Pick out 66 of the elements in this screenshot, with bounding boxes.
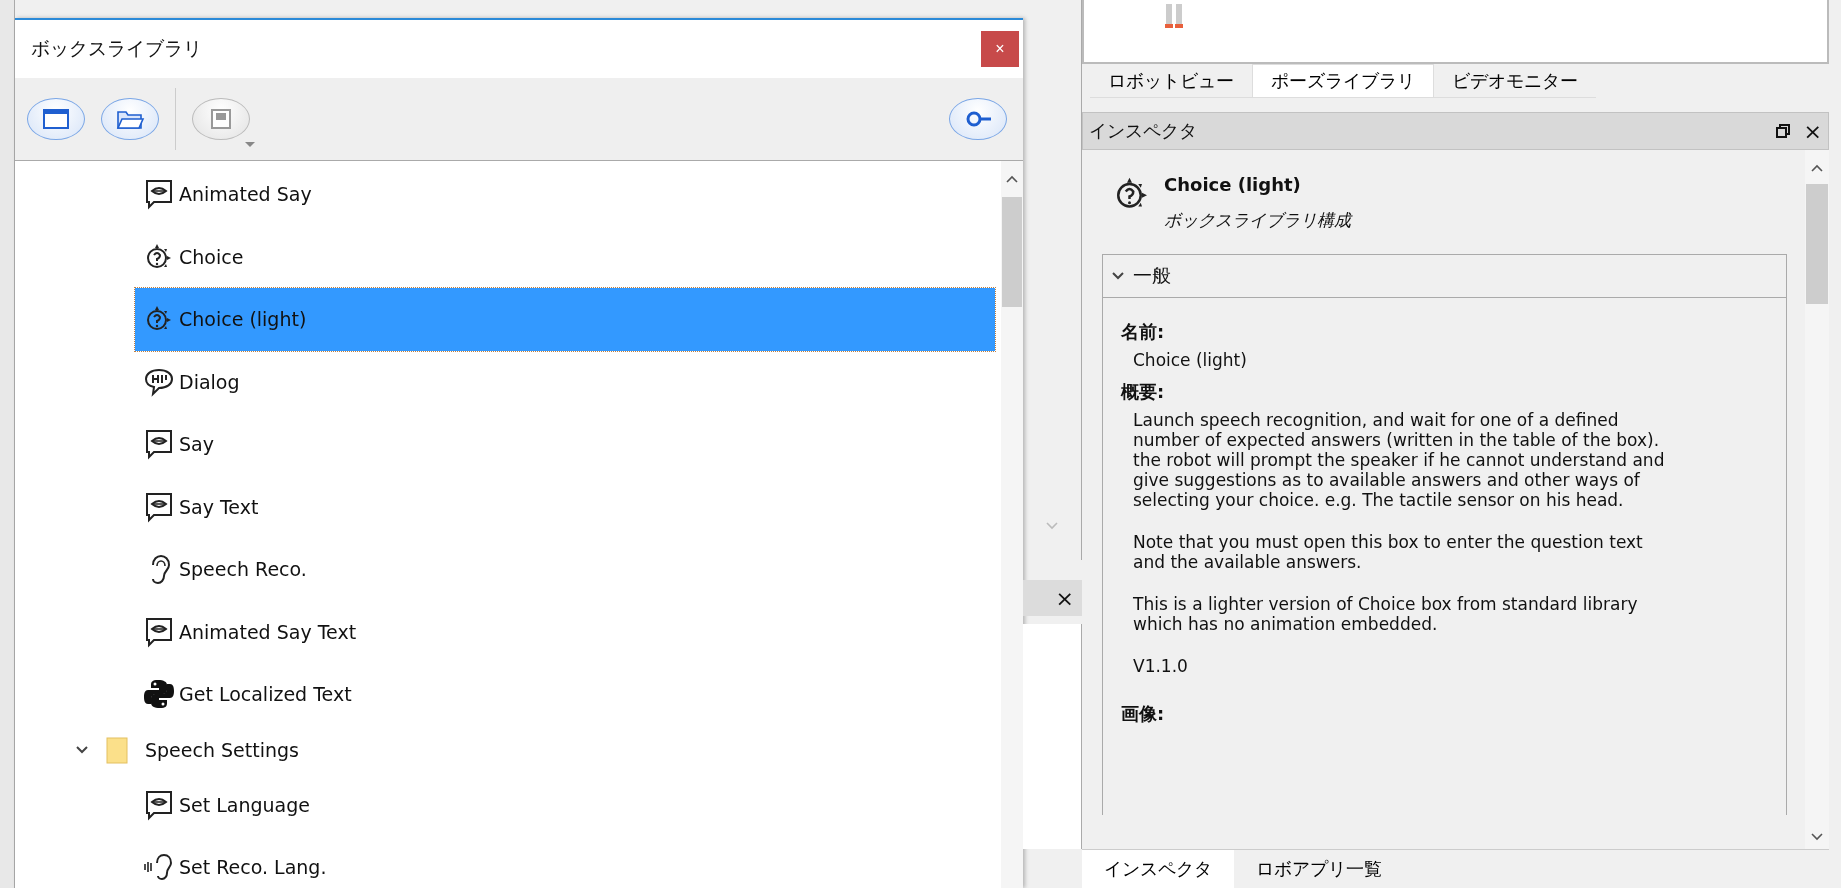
scrollbar[interactable]	[1805, 150, 1829, 849]
scroll-thumb[interactable]	[1806, 184, 1828, 304]
box-label: Get Localized Text	[179, 683, 352, 706]
box-label: Dialog	[179, 370, 240, 393]
tree-item[interactable]: Dialog	[135, 350, 995, 413]
speech-bubble-icon	[143, 615, 175, 648]
speech-bubble-icon	[143, 788, 175, 821]
tree-item[interactable]: Say Text	[135, 475, 995, 538]
window-title: ボックスライブラリ	[31, 36, 203, 61]
box-label: Set Reco. Lang.	[179, 856, 327, 879]
tree-item[interactable]: Animated Say Text	[135, 600, 995, 663]
search-button[interactable]	[949, 98, 1007, 140]
caret-icon	[245, 142, 255, 147]
float-icon[interactable]	[1775, 124, 1790, 138]
tree-item[interactable]: Choice (light)	[135, 288, 995, 351]
scroll-up-icon[interactable]	[1006, 175, 1018, 183]
tree-item[interactable]: Speech Reco.	[135, 538, 995, 601]
field-value: This is a lighter version of Choice box from standard library which has no animation embedded.	[1133, 594, 1639, 634]
box-label: Choice (light)	[179, 308, 307, 331]
panel-title: インスペクタ	[1089, 119, 1198, 143]
close-button[interactable]: ×	[981, 31, 1019, 67]
field-label: 画像:	[1121, 702, 1165, 726]
field-value: V1.1.0	[1133, 656, 1188, 676]
folder-label: Speech Settings	[145, 738, 299, 761]
field-value: Launch speech recognition, and wait for one of a defined number of expected answers (written in the table of the box). the robot will prompt the speaker if he cannot understand and give suggestions as to available answers and other ways of selecting your choice. e.g. The tactile sensor on his head.	[1133, 410, 1666, 510]
scrollbar[interactable]	[1001, 161, 1023, 888]
robot-legs-drawing	[1164, 4, 1184, 30]
close-button[interactable]: ×	[1055, 585, 1074, 611]
box-label: Say	[179, 433, 214, 456]
python-logo-icon	[143, 678, 175, 711]
folder-icon	[105, 734, 129, 765]
box-label: Animated Say Text	[179, 620, 357, 643]
box-name: Choice (light)	[1164, 174, 1302, 195]
speech-bubble-icon	[143, 490, 175, 523]
tree-item[interactable]: Set Language	[135, 773, 995, 836]
tab[interactable]: ポーズライブラリ	[1252, 64, 1434, 98]
new-window-button[interactable]	[27, 98, 85, 140]
tab[interactable]: インスペクタ	[1082, 850, 1234, 888]
tree-item[interactable]: Choice	[135, 225, 995, 288]
speech-bubble-icon	[143, 428, 175, 461]
box-label: Say Text	[179, 495, 259, 518]
scroll-up-icon[interactable]	[1811, 164, 1823, 172]
box-label: Speech Reco.	[179, 558, 307, 581]
field-value: Choice (light)	[1133, 350, 1247, 370]
scroll-down-icon[interactable]	[1811, 833, 1823, 841]
scroll-thumb[interactable]	[1002, 197, 1022, 307]
window-icon	[41, 107, 71, 131]
field-label: 概要:	[1121, 380, 1165, 404]
section-header[interactable]: 一般	[1103, 255, 1786, 298]
box-label: Set Language	[179, 793, 310, 816]
tree-item[interactable]: Set Reco. Lang.	[135, 836, 995, 888]
close-button[interactable]: ×	[1803, 118, 1822, 144]
field-label: 名前:	[1121, 320, 1165, 344]
open-folder-button[interactable]	[101, 98, 159, 140]
tree-item[interactable]: Animated Say	[135, 163, 995, 226]
section-title: 一般	[1133, 263, 1171, 288]
chevron-icon	[1111, 271, 1125, 281]
chevron-icon[interactable]	[75, 744, 89, 755]
tree-item[interactable]: Say	[135, 413, 995, 476]
box-label: Choice	[179, 245, 244, 268]
box-source: ボックスライブラリ構成	[1164, 209, 1351, 232]
speech-bubble-icon	[143, 178, 175, 211]
field-value: Note that you must open this box to enter the question text and the available answers.	[1133, 532, 1644, 572]
tree-item[interactable]: Speech Settings	[75, 725, 1001, 774]
tree-item[interactable]: Get Localized Text	[135, 663, 995, 726]
box-label: Animated Say	[179, 183, 312, 206]
